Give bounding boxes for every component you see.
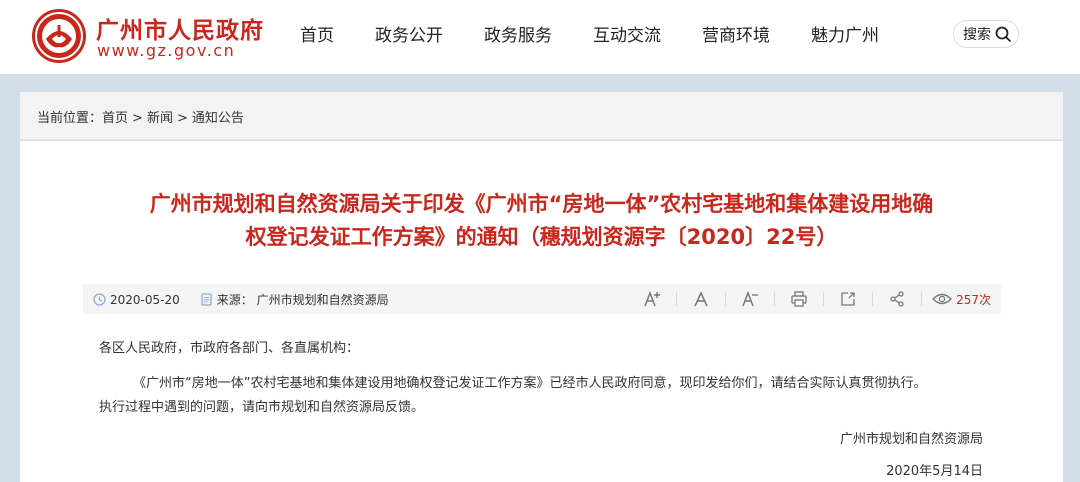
font-default-icon [694, 291, 708, 307]
share-out-icon [841, 292, 855, 306]
search-icon [994, 25, 1012, 43]
breadcrumb-separator: > [132, 111, 143, 126]
nav-item-home[interactable]: 首页 [300, 24, 334, 48]
gz-emblem-icon[interactable] [32, 9, 86, 63]
article-sign-date: 2020年5月14日 [886, 464, 983, 479]
site-title[interactable]: 广州市人民政府 [96, 11, 264, 45]
article-paragraph-line-2: 执行过程中遇到的问题，请向市规划和自然资源局反馈。 [99, 400, 425, 415]
search-button[interactable]: 搜索 [953, 20, 1019, 48]
breadcrumb-item-notices[interactable]: 通知公告 [192, 111, 244, 126]
article-date: 2020-05-20 [110, 292, 180, 307]
view-count: 257次 [932, 291, 991, 308]
article-title-line-1: 广州市规划和自然资源局关于印发《广州市“房地一体”农村宅基地和集体建设用地确 [149, 192, 934, 216]
breadcrumb-prefix: 当前位置： [37, 111, 103, 126]
breadcrumb-bar: 当前位置：首页 > 新闻 > 通知公告 [20, 92, 1063, 140]
nav-item-interaction[interactable]: 互动交流 [593, 24, 661, 48]
search-label: 搜索 [963, 27, 991, 43]
breadcrumb-separator: > [176, 111, 188, 126]
breadcrumb: 当前位置：首页 > 新闻 > 通知公告 [37, 107, 244, 126]
site-header: 广州市人民政府 www.gz.gov.cn 首页 政务公开 政务服务 互动交流 … [0, 0, 1080, 74]
article-meta-info: 2020-05-20 来源： 广州市规划和自然资源局 [93, 291, 389, 308]
nav-item-business-environment[interactable]: 营商环境 [702, 24, 770, 48]
share-button[interactable] [873, 289, 921, 309]
eye-icon [932, 293, 953, 305]
print-button[interactable] [775, 289, 823, 309]
nav-item-government-services[interactable]: 政务服务 [484, 24, 552, 48]
font-increase-icon [644, 290, 661, 307]
article-source: 来源： 广州市规划和自然资源局 [216, 293, 389, 307]
article-title: 广州市规划和自然资源局关于印发《广州市“房地一体”农村宅基地和集体建设用地确 权… [20, 188, 1063, 254]
font-decrease-icon [742, 290, 759, 307]
breadcrumb-item-home[interactable]: 首页 [102, 111, 128, 126]
article-container: 广州市规划和自然资源局关于印发《广州市“房地一体”农村宅基地和集体建设用地确 权… [20, 141, 1063, 482]
share-icon [890, 291, 904, 307]
font-default-button[interactable] [677, 289, 725, 309]
document-icon [200, 293, 213, 306]
article-tools: 257次 [628, 289, 991, 309]
breadcrumb-item-news[interactable]: 新闻 [147, 111, 173, 126]
nav-item-charm-guangzhou[interactable]: 魅力广州 [811, 24, 879, 48]
clock-icon [93, 293, 106, 306]
nav-item-government-affairs[interactable]: 政务公开 [375, 24, 443, 48]
article-salutation: 各区人民政府，市政府各部门、各直属机构： [99, 341, 360, 356]
site-url[interactable]: www.gz.gov.cn [97, 41, 235, 60]
main-nav: 首页 政务公开 政务服务 互动交流 营商环境 魅力广州 [300, 24, 920, 48]
print-icon [791, 291, 807, 307]
article-signature: 广州市规划和自然资源局 [839, 432, 983, 447]
article-meta-bar: 2020-05-20 来源： 广州市规划和自然资源局 257次 [83, 284, 1001, 314]
font-increase-button[interactable] [628, 289, 676, 309]
article-title-line-2: 权登记发证工作方案》的通知（穗规划资源字〔2020〕22号） [245, 225, 838, 249]
font-decrease-button[interactable] [726, 289, 774, 309]
view-count-value: 257次 [956, 292, 991, 307]
article-paragraph-line-1: 《广州市“房地一体”农村宅基地和集体建设用地确权登记发证工作方案》已经市人民政府… [133, 376, 927, 391]
share-out-button[interactable] [824, 289, 872, 309]
